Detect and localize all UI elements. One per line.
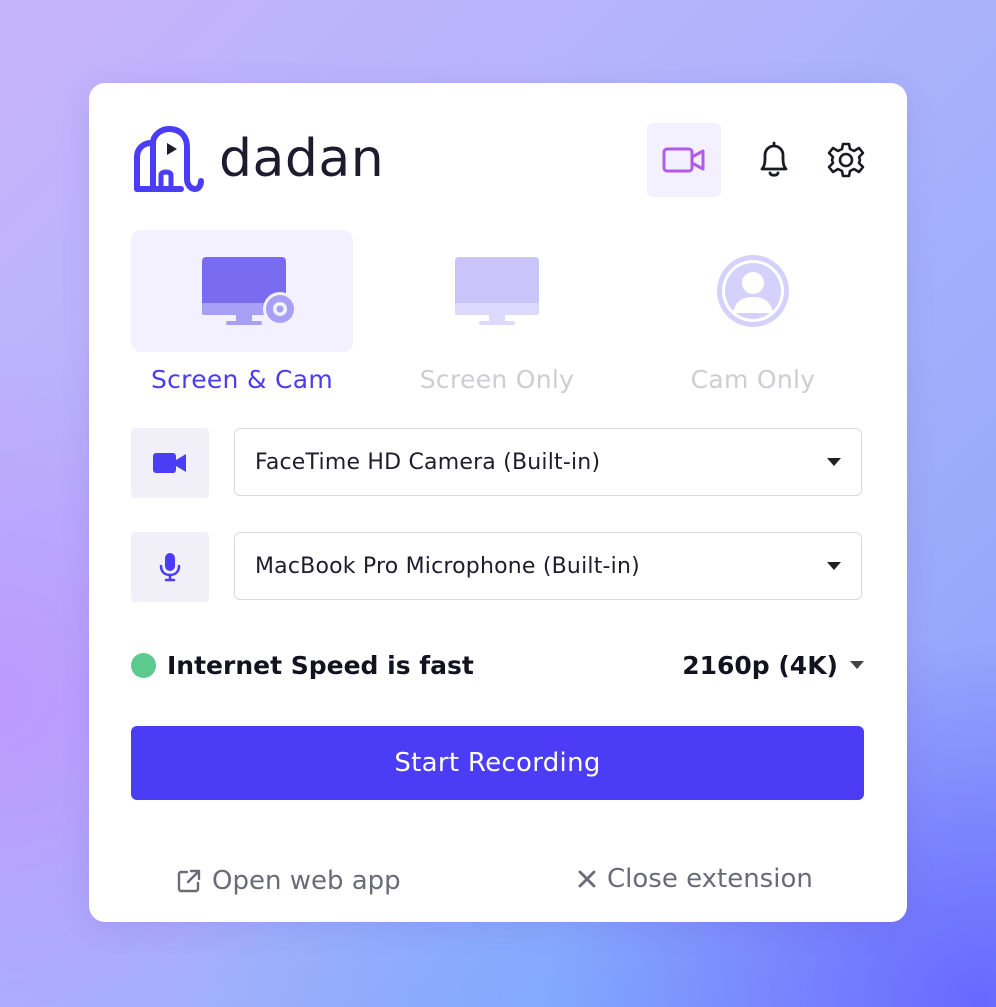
user-avatar-icon	[717, 255, 789, 327]
close-extension-link[interactable]: Close extension	[577, 864, 813, 894]
internet-speed-text: Internet Speed is fast	[167, 650, 474, 680]
mode-label: Screen & Cam	[150, 365, 334, 394]
brand-logo: dadan	[131, 123, 384, 195]
camera-source-icon-box	[131, 428, 209, 498]
monitor-with-webcam-icon	[202, 257, 297, 326]
internet-status: Internet Speed is fast	[131, 651, 474, 680]
brand-name: dadan	[219, 129, 385, 189]
microphone-select-value: MacBook Pro Microphone (Built-in)	[255, 553, 640, 579]
mode-tile	[131, 230, 353, 352]
mode-tile	[642, 230, 864, 352]
status-row: Internet Speed is fast 2160p (4K)	[131, 647, 864, 683]
status-indicator-dot	[131, 652, 156, 678]
start-recording-button[interactable]: Start Recording	[131, 726, 864, 800]
close-extension-label: Close extension	[607, 864, 813, 894]
mode-cam-only[interactable]: Cam Only	[642, 230, 864, 394]
microphone-source-icon-box	[131, 532, 209, 602]
monitor-icon	[455, 257, 539, 325]
open-web-app-label: Open web app	[212, 866, 401, 896]
mode-tile	[386, 230, 608, 352]
extension-popup: dadan Screen & Cam Screen Only Cam Only …	[89, 83, 907, 922]
video-camera-icon	[153, 453, 186, 473]
dadan-elephant-logo-icon	[134, 126, 204, 192]
mode-screen-only[interactable]: Screen Only	[386, 230, 608, 394]
chevron-down-icon	[827, 562, 841, 570]
camera-select[interactable]: FaceTime HD Camera (Built-in)	[234, 428, 862, 496]
microphone-icon	[159, 553, 181, 582]
mode-label: Screen Only	[419, 365, 575, 394]
external-link-icon	[176, 868, 202, 894]
open-web-app-link[interactable]: Open web app	[176, 866, 401, 896]
camera-select-value: FaceTime HD Camera (Built-in)	[255, 449, 601, 475]
settings-button[interactable]	[809, 123, 883, 197]
chevron-down-icon	[850, 661, 864, 669]
notifications-button[interactable]	[737, 123, 811, 197]
chevron-down-icon	[827, 458, 841, 466]
microphone-row: MacBook Pro Microphone (Built-in)	[131, 532, 864, 602]
mode-screen-and-cam[interactable]: Screen & Cam	[131, 230, 353, 394]
camera-header-button[interactable]	[647, 123, 721, 197]
video-camera-icon	[662, 147, 705, 173]
microphone-select[interactable]: MacBook Pro Microphone (Built-in)	[234, 532, 862, 600]
close-icon	[577, 869, 597, 889]
quality-value: 2160p (4K)	[682, 650, 838, 680]
recording-mode-selector: Screen & Cam Screen Only Cam Only	[131, 230, 864, 400]
mode-label: Cam Only	[690, 365, 816, 394]
quality-dropdown[interactable]: 2160p (4K)	[682, 651, 864, 680]
camera-row: FaceTime HD Camera (Built-in)	[131, 428, 864, 498]
bell-icon	[760, 141, 788, 177]
gear-icon	[827, 142, 865, 178]
